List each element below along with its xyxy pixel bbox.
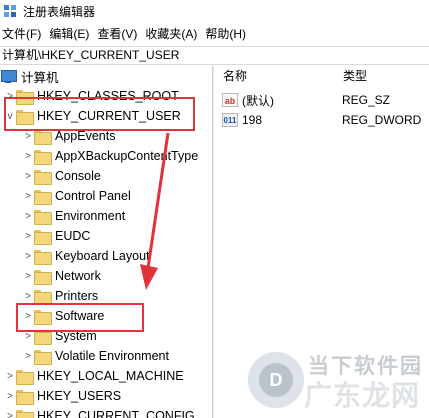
watermark: D 当下软件园 广东龙网 [248, 348, 429, 418]
watermark-line2: 广东龙网 [304, 380, 421, 411]
watermark-logo-icon: D [248, 352, 304, 408]
